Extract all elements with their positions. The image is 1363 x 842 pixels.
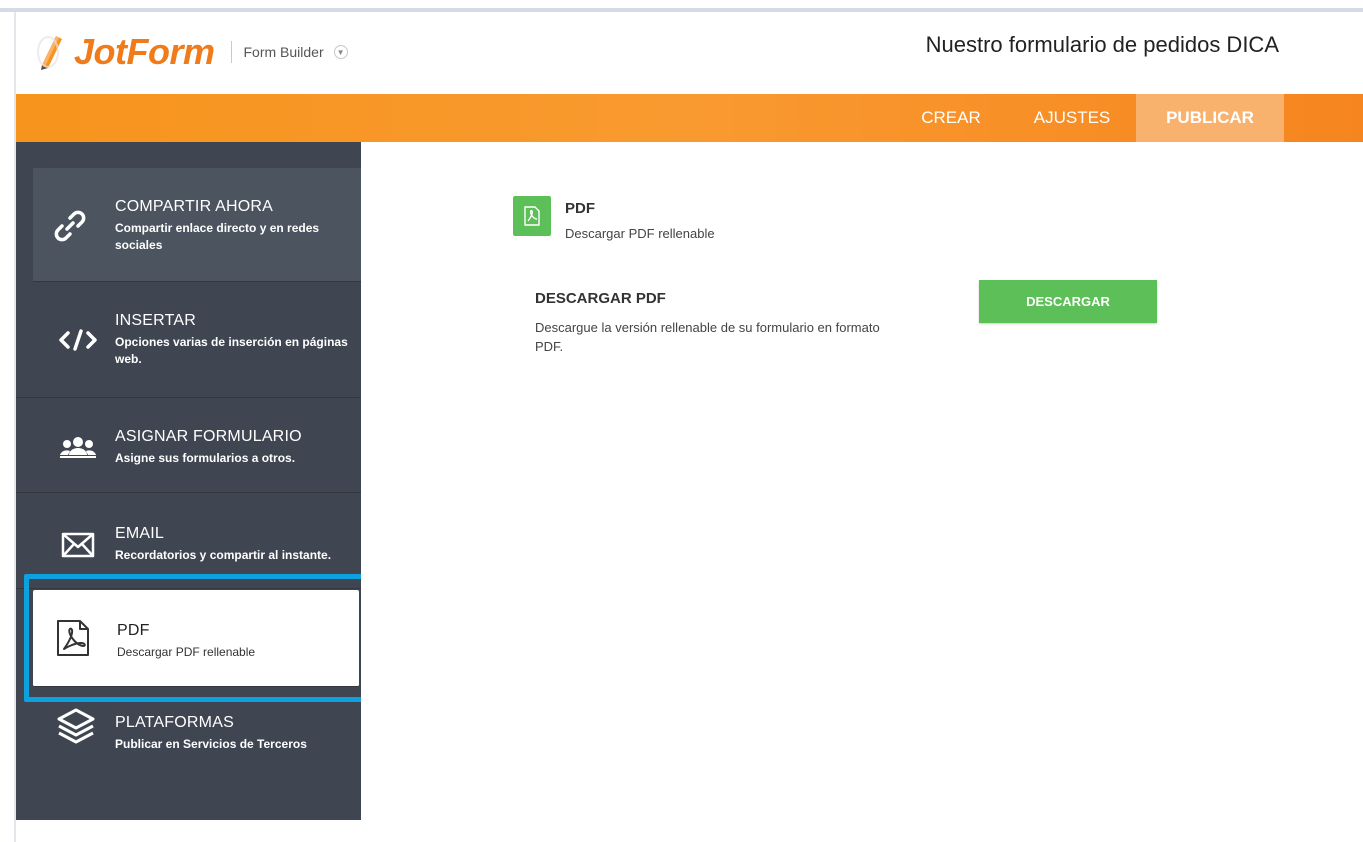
sidebar-item-pdf[interactable]: PDF Descargar PDF rellenable [33,590,359,687]
main-nav-bar: CREAR AJUSTES PUBLICAR [16,94,1363,142]
sidebar-item-subtitle: Descargar PDF rellenable [117,645,256,659]
logo-divider [230,41,232,63]
form-builder-label[interactable]: Form Builder [244,44,324,60]
tab-crear[interactable]: CREAR [896,94,1006,142]
jotform-logo[interactable]: JotForm Form Builder ▼ [36,30,348,74]
sidebar-item-compartir-ahora[interactable]: COMPARTIR AHORA Compartir enlace directo… [33,168,361,282]
sidebar-item-subtitle: Publicar en Servicios de Terceros [115,737,307,751]
app-header: JotForm Form Builder ▼ Nuestro formulari… [16,16,1363,94]
sidebar-item-title: EMAIL [115,525,165,542]
logo-text: JotForm [74,31,215,72]
tab-ajustes[interactable]: AJUSTES [1016,94,1128,142]
sidebar-item-subtitle: Compartir enlace directo y en redes soci… [115,221,320,252]
download-button[interactable]: DESCARGAR [979,280,1157,323]
sidebar-item-email[interactable]: EMAIL Recordatorios y compartir al insta… [16,493,361,589]
pencil-logo-icon [36,34,66,70]
sidebar-item-title: COMPARTIR AHORA [115,198,273,215]
pdf-icon [53,618,93,658]
section-subtitle: Descargar PDF rellenable [565,226,715,241]
tab-publicar[interactable]: PUBLICAR [1136,94,1284,142]
sidebar-item-subtitle: Asigne sus formularios a otros. [115,451,296,465]
sidebar-item-subtitle: Opciones varias de inserción en páginas … [115,335,348,366]
sidebar-item-insertar[interactable]: INSERTAR Opciones varias de inserción en… [16,282,361,398]
download-title: DESCARGAR PDF [535,290,666,307]
sidebar-item-title: ASIGNAR FORMULARIO [115,428,302,445]
code-icon [58,320,98,360]
sidebar-item-asignar-formulario[interactable]: ASIGNAR FORMULARIO Asigne sus formulario… [16,398,361,493]
users-icon [58,428,98,468]
download-description: Descargue la versión rellenable de su fo… [535,320,880,354]
pdf-badge-icon [513,196,551,236]
window-top-border [0,0,1363,12]
envelope-icon [58,525,98,565]
chevron-down-icon[interactable]: ▼ [333,45,348,59]
publish-sidebar: COMPARTIR AHORA Compartir enlace directo… [16,142,361,820]
sidebar-item-title: PDF [117,622,150,639]
sidebar-item-title: INSERTAR [115,312,197,329]
sidebar-item-title: PLATAFORMAS [115,714,234,731]
section-title: PDF [565,200,595,217]
window-bottom-area [16,820,1363,842]
pdf-panel: PDF Descargar PDF rellenable DESCARGAR P… [361,142,1363,820]
form-title[interactable]: Nuestro formulario de pedidos DICA [926,32,1279,58]
layers-icon [56,706,96,746]
sidebar-item-plataformas[interactable]: PLATAFORMAS Publicar en Servicios de Ter… [16,688,361,820]
link-icon [50,206,90,246]
sidebar-item-subtitle: Recordatorios y compartir al instante. [115,548,332,562]
